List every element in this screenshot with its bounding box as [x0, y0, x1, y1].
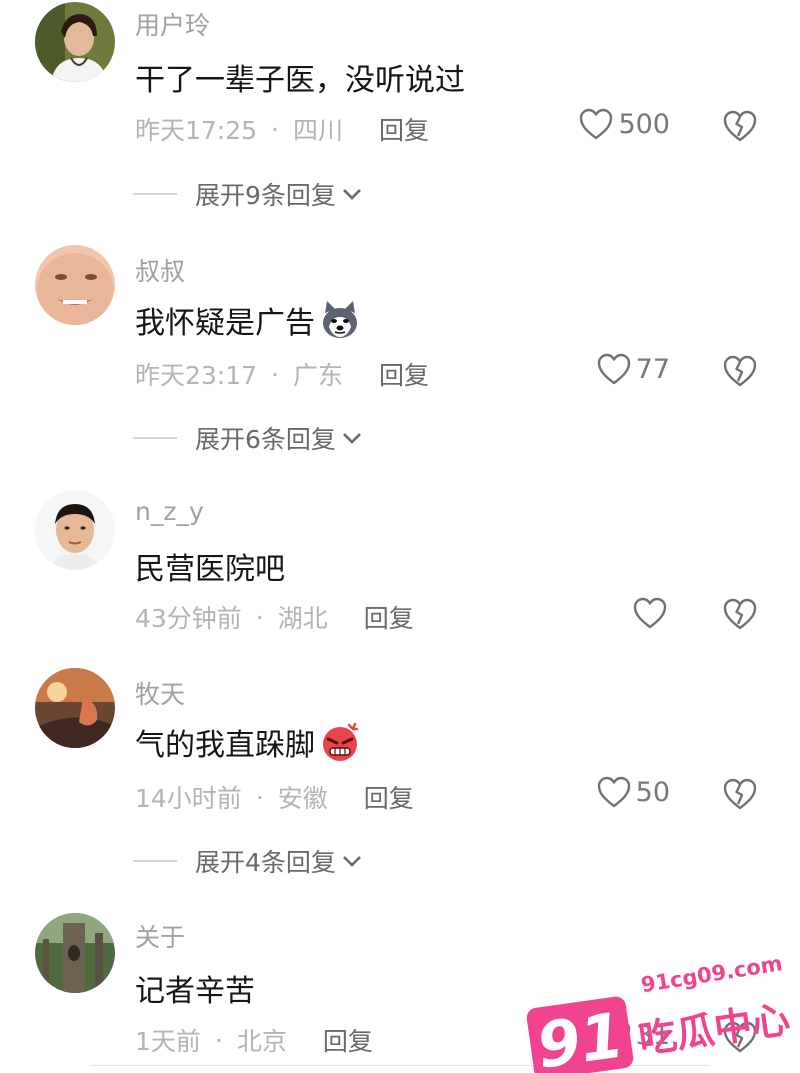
divider-line: [133, 860, 177, 862]
like-button[interactable]: 77: [596, 352, 670, 386]
meta-separator: ·: [271, 359, 279, 389]
broken-heart-icon[interactable]: [722, 354, 758, 388]
expand-replies-button[interactable]: 展开6条回复: [133, 420, 362, 456]
reply-button[interactable]: 回复: [323, 1022, 373, 1058]
expand-replies-button[interactable]: 展开9条回复: [133, 176, 362, 212]
heart-outline-icon: [580, 108, 613, 140]
chevron-down-icon: [342, 433, 361, 444]
avatar[interactable]: [35, 245, 115, 325]
comment-meta: 1天前 · 北京 回复: [135, 1022, 373, 1058]
timestamp: 14小时前: [135, 784, 242, 813]
comment-text: 民营医院吧: [135, 544, 285, 588]
comment-text: 干了一辈子医，没听说过: [135, 55, 465, 99]
chevron-down-icon: [342, 189, 361, 200]
username[interactable]: 关于: [135, 918, 185, 954]
location: 四川: [293, 116, 344, 145]
expand-replies-button[interactable]: 展开4条回复: [133, 843, 362, 879]
username[interactable]: 用户玲: [135, 6, 210, 42]
location: 安徽: [277, 784, 328, 813]
watermark-logo: 91cg09.com 91 吃瓜中心: [526, 951, 793, 1073]
comment-text-label: 我怀疑是广告: [135, 306, 315, 341]
timestamp: 昨天23:17: [135, 361, 258, 390]
heart-outline-icon: [633, 597, 667, 629]
comment-text-label: 民营医院吧: [135, 552, 285, 587]
location: 广东: [293, 361, 344, 390]
username[interactable]: n_z_y: [135, 497, 204, 526]
meta-separator: ·: [271, 114, 279, 144]
meta-separator: ·: [255, 602, 264, 632]
timestamp: 1天前: [135, 1027, 201, 1056]
expand-replies-label: 展开4条回复: [195, 848, 336, 877]
comment-meta: 14小时前 · 安徽 回复: [135, 779, 414, 815]
username[interactable]: 叔叔: [135, 252, 185, 288]
avatar[interactable]: [35, 2, 115, 82]
meta-separator: ·: [214, 1025, 223, 1055]
heart-outline-icon: [597, 776, 630, 808]
avatar[interactable]: [35, 913, 115, 993]
watermark-url: 91cg09.com: [639, 951, 784, 997]
broken-heart-icon[interactable]: [722, 777, 758, 811]
comment-text: 我怀疑是广告: [135, 298, 361, 342]
broken-heart-icon[interactable]: [722, 597, 758, 631]
watermark-name: 吃瓜中心: [636, 997, 793, 1062]
comment-meta: 43分钟前 · 湖北 回复: [135, 599, 414, 635]
like-count: 50: [635, 776, 670, 808]
comment-text-label: 记者辛苦: [135, 974, 255, 1009]
timestamp: 昨天17:25: [135, 116, 258, 145]
avatar[interactable]: [35, 668, 115, 748]
timestamp: 43分钟前: [135, 604, 242, 633]
like-count: 77: [635, 353, 670, 385]
watermark-number: 91: [533, 998, 629, 1073]
reply-button[interactable]: 回复: [364, 779, 414, 815]
comment-text: 气的我直跺脚: [135, 720, 361, 764]
reply-button[interactable]: 回复: [379, 111, 429, 147]
expand-replies-label: 展开9条回复: [195, 181, 336, 210]
comment-text-label: 气的我直跺脚: [135, 728, 315, 763]
avatar[interactable]: [35, 490, 115, 570]
like-count: 500: [618, 108, 670, 140]
comment-meta: 昨天17:25 · 四川 回复: [135, 111, 429, 147]
reply-button[interactable]: 回复: [364, 599, 414, 635]
divider-line: [133, 437, 177, 439]
location: 北京: [236, 1027, 287, 1056]
chevron-down-icon: [342, 856, 361, 867]
husky-dog-emoji-icon: [323, 301, 357, 338]
like-button[interactable]: 50: [596, 775, 670, 809]
expand-replies-label: 展开6条回复: [195, 425, 336, 454]
reply-button[interactable]: 回复: [379, 356, 429, 392]
username[interactable]: 牧天: [135, 675, 185, 711]
broken-heart-icon[interactable]: [722, 109, 758, 143]
like-button[interactable]: 500: [578, 107, 670, 141]
like-button[interactable]: [632, 596, 672, 630]
comment-meta: 昨天23:17 · 广东 回复: [135, 356, 429, 392]
meta-separator: ·: [255, 782, 264, 812]
comment-text: 记者辛苦: [135, 966, 255, 1010]
heart-outline-icon: [597, 353, 630, 385]
angry-face-emoji-icon: [323, 722, 359, 761]
comment-text-label: 干了一辈子医，没听说过: [135, 63, 465, 98]
divider-line: [133, 193, 177, 195]
location: 湖北: [277, 604, 328, 633]
